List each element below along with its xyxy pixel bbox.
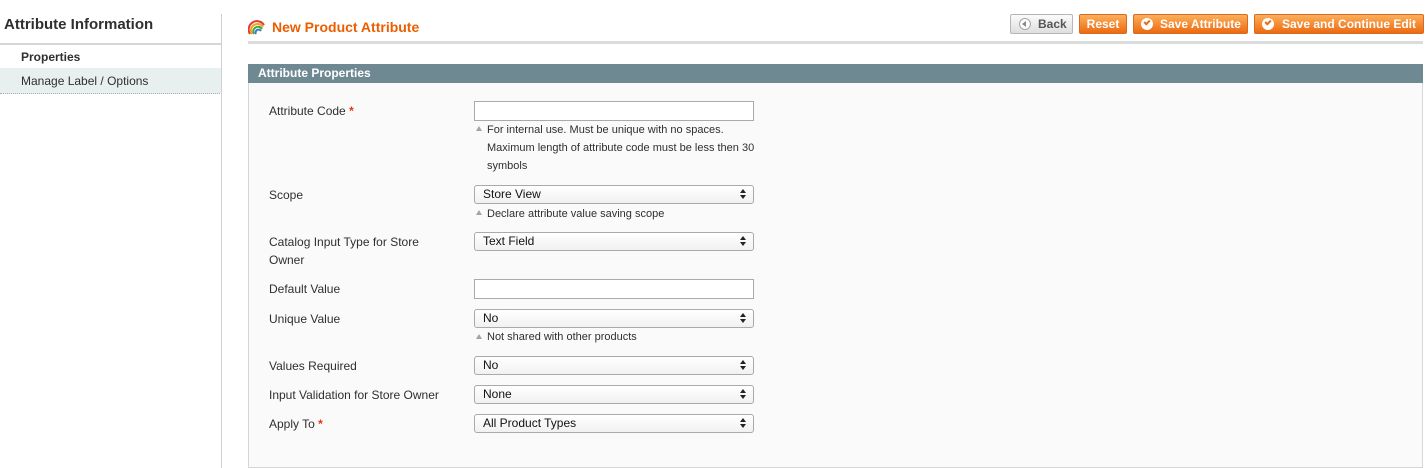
select-arrows-icon bbox=[740, 360, 747, 372]
rainbow-icon bbox=[248, 20, 265, 35]
unique-value-note: Not shared with other products bbox=[487, 331, 637, 343]
default-value-input[interactable] bbox=[474, 279, 754, 299]
column-divider bbox=[221, 14, 222, 468]
fieldset-header: Attribute Properties bbox=[248, 64, 1423, 83]
input-validation-label: Input Validation for Store Owner bbox=[269, 388, 439, 402]
unique-value-select[interactable]: No bbox=[474, 309, 754, 328]
values-required-select[interactable]: No bbox=[474, 356, 754, 375]
input-validation-select[interactable]: None bbox=[474, 385, 754, 404]
select-arrows-icon bbox=[740, 189, 747, 201]
header-divider bbox=[248, 41, 1423, 44]
values-required-label: Values Required bbox=[269, 359, 357, 373]
values-required-select-value: No bbox=[483, 358, 499, 372]
checkmark-icon bbox=[1141, 18, 1153, 30]
attribute-code-input[interactable] bbox=[474, 101, 754, 121]
attribute-code-note-2: Maximum length of attribute code must be… bbox=[487, 142, 755, 154]
attribute-code-label-text: Attribute Code bbox=[269, 104, 346, 118]
attribute-code-note-1: For internal use. Must be unique with no… bbox=[487, 124, 724, 136]
scope-note: Declare attribute value saving scope bbox=[487, 208, 665, 220]
back-button[interactable]: Back bbox=[1010, 14, 1073, 34]
reset-button-label: Reset bbox=[1086, 17, 1120, 31]
page-title: New Product Attribute bbox=[272, 19, 420, 35]
fieldset-body bbox=[248, 83, 1423, 468]
checkmark-icon bbox=[1262, 18, 1274, 30]
back-arrow-icon bbox=[1019, 18, 1031, 30]
apply-to-select[interactable]: All Product Types bbox=[474, 414, 754, 433]
unique-value-select-value: No bbox=[483, 311, 499, 325]
select-arrows-icon bbox=[740, 418, 747, 430]
select-arrows-icon bbox=[740, 236, 747, 248]
apply-to-label-text: Apply To bbox=[269, 417, 315, 431]
sidebar: Attribute Information Properties Manage … bbox=[0, 0, 223, 468]
input-type-select-value: Text Field bbox=[483, 234, 535, 248]
sidebar-title: Attribute Information bbox=[4, 16, 154, 33]
sidebar-tab-manage-label-options[interactable]: Manage Label / Options bbox=[0, 68, 222, 94]
reset-button[interactable]: Reset bbox=[1079, 14, 1127, 34]
save-attribute-label: Save Attribute bbox=[1160, 17, 1241, 31]
input-type-label-line1: Catalog Input Type for Store bbox=[269, 235, 419, 249]
select-arrows-icon bbox=[740, 389, 747, 401]
input-type-select[interactable]: Text Field bbox=[474, 232, 754, 251]
unique-value-label: Unique Value bbox=[269, 312, 341, 326]
note-arrow-icon bbox=[476, 334, 482, 339]
input-type-label-line2: Owner bbox=[269, 253, 305, 267]
scope-select[interactable]: Store View bbox=[474, 185, 754, 204]
scope-label: Scope bbox=[269, 188, 304, 202]
apply-to-select-value: All Product Types bbox=[483, 416, 577, 430]
required-marker: * bbox=[318, 417, 323, 431]
input-validation-select-value: None bbox=[483, 387, 512, 401]
attribute-code-note-3: symbols bbox=[487, 160, 528, 172]
save-and-continue-button[interactable]: Save and Continue Edit bbox=[1254, 14, 1424, 34]
apply-to-label: Apply To * bbox=[269, 415, 323, 433]
sidebar-tab-properties[interactable]: Properties bbox=[0, 45, 222, 69]
scope-select-value: Store View bbox=[483, 187, 541, 201]
save-and-continue-label: Save and Continue Edit bbox=[1282, 17, 1417, 31]
back-button-label: Back bbox=[1038, 17, 1067, 31]
note-arrow-icon bbox=[476, 210, 482, 215]
default-value-label: Default Value bbox=[269, 282, 341, 296]
note-arrow-icon bbox=[476, 126, 482, 131]
required-marker: * bbox=[349, 104, 354, 118]
save-attribute-button[interactable]: Save Attribute bbox=[1133, 14, 1248, 34]
select-arrows-icon bbox=[740, 313, 747, 325]
attribute-code-label: Attribute Code * bbox=[269, 102, 354, 120]
